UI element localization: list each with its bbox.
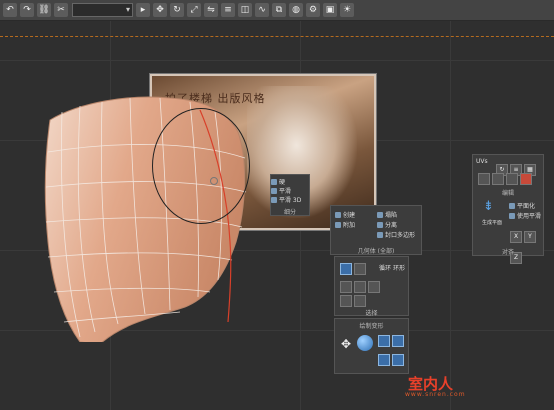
cap-poly-icon (377, 231, 383, 238)
hard-icon (271, 178, 277, 185)
menu-item-hard[interactable]: 硬 (271, 177, 309, 186)
paint-deform-panel: 绘制变形 ✥ (334, 318, 409, 374)
use-smooth-icon (509, 212, 515, 219)
grid-line (450, 21, 451, 410)
geometry-panel-title: 几何体 (全部) (357, 248, 395, 255)
use-smooth-item[interactable]: 使用平滑 (509, 211, 541, 220)
selection-panel: 循环 环形 选择 (334, 256, 409, 317)
wrap-button[interactable] (492, 173, 504, 185)
grow-button[interactable] (354, 263, 366, 275)
planarize-icon (509, 202, 515, 209)
geometry-item[interactable]: 附加 (335, 220, 355, 229)
menu-item-smooth[interactable]: 平滑 (271, 186, 309, 195)
undo-icon[interactable]: ↶ (3, 3, 17, 17)
paint-brush-gizmo (152, 108, 250, 224)
paint-deform-title: 绘制变形 (359, 323, 384, 330)
selection-panel-title: 选择 (365, 310, 378, 317)
material-icon[interactable]: ◍ (289, 3, 303, 17)
menu-item-smooth-3d[interactable]: 平滑 3D (271, 195, 309, 204)
smooth-3d-icon (271, 196, 277, 203)
selection-buttons (339, 261, 367, 280)
geometry-panel: 创建 附加 塌陷 分离 封口多边形 几何体 (全部) (330, 205, 422, 255)
generate-planar-label: 生成平面 (481, 220, 502, 226)
geometry-item[interactable]: 塌陷 (377, 210, 397, 219)
rotate-icon[interactable]: ↻ (170, 3, 184, 17)
mirror-icon[interactable]: ⇋ (204, 3, 218, 17)
select-by-vertex-button[interactable] (340, 281, 352, 293)
geometry-item[interactable]: 创建 (335, 210, 355, 219)
link-icon[interactable]: ⛓ (37, 3, 51, 17)
render-frame-icon[interactable]: ▣ (323, 3, 337, 17)
redo-icon[interactable]: ↷ (20, 3, 34, 17)
noise-brush-button[interactable] (392, 354, 404, 366)
axis-x-button[interactable]: X (510, 231, 522, 243)
axis-buttons: X YZ (509, 223, 543, 265)
push-pull-icon[interactable] (357, 335, 373, 351)
create-icon (335, 211, 341, 218)
render-setup-icon[interactable]: ⚙ (306, 3, 320, 17)
grid-line (0, 60, 554, 61)
flip-button[interactable] (478, 173, 490, 185)
align-icon[interactable]: ≡ (221, 3, 235, 17)
revert-button[interactable] (392, 335, 404, 347)
detach-icon (377, 221, 383, 228)
geometry-item[interactable]: 分离 (377, 220, 397, 229)
selection-filter-dropdown[interactable] (72, 3, 133, 17)
schematic-icon[interactable]: ⧉ (272, 3, 286, 17)
menu-title: 细分 (283, 209, 296, 216)
color-button[interactable] (520, 173, 532, 185)
axis-y-button[interactable]: Y (524, 231, 536, 243)
ribbon-title-bottom: 对齐 (501, 249, 514, 256)
planarize-item[interactable]: 平面化 (509, 201, 535, 210)
brush-center-dot (210, 177, 218, 185)
uv-ribbon-panel: UVs ↻ ≡ ▦ 编辑 ⇟ 生成平面 平面化 使用平滑 X YZ 对齐 (472, 154, 544, 264)
smooth-icon (271, 187, 277, 194)
move-icon[interactable]: ✥ (153, 3, 167, 17)
ring-button[interactable] (354, 295, 366, 307)
loop-ring-label: 循环 环形 (379, 265, 405, 272)
shift-brush-icon[interactable]: ✥ (341, 337, 351, 351)
ribbon-title-top: 编辑 (501, 190, 514, 197)
smooth-brush-button[interactable] (378, 354, 390, 366)
watermark-url: www.snren.com (405, 391, 466, 398)
main-toolbar: ↶ ↷ ⛓ ✂ ▸ ✥ ↻ ⤢ ⇋ ≡ ◫ ∿ ⧉ ◍ ⚙ ▣ ☀ (0, 0, 554, 21)
subdivision-quad-menu: 硬 平滑 平滑 3D 细分 (270, 174, 310, 216)
relax-button[interactable] (378, 335, 390, 347)
loop-select-button[interactable] (340, 263, 352, 275)
generate-planar-icon[interactable]: ⇟ (483, 199, 494, 214)
deform-buttons (377, 333, 405, 371)
render-icon[interactable]: ☀ (340, 3, 354, 17)
curve-editor-icon[interactable]: ∿ (255, 3, 269, 17)
geometry-item[interactable]: 封口多边形 (377, 230, 415, 239)
select-icon[interactable]: ▸ (136, 3, 150, 17)
collapse-icon (377, 211, 383, 218)
shrink-button[interactable] (340, 295, 352, 307)
attach-icon (335, 221, 341, 228)
layer-icon[interactable]: ◫ (238, 3, 252, 17)
unlink-icon[interactable]: ✂ (54, 3, 68, 17)
select-by-edge-button[interactable] (354, 281, 366, 293)
select-by-face-button[interactable] (368, 281, 380, 293)
scale-icon[interactable]: ⤢ (187, 3, 201, 17)
dashed-guide-line (0, 36, 554, 37)
pin-button[interactable] (506, 173, 518, 185)
uvw-label: UVs (476, 158, 488, 165)
